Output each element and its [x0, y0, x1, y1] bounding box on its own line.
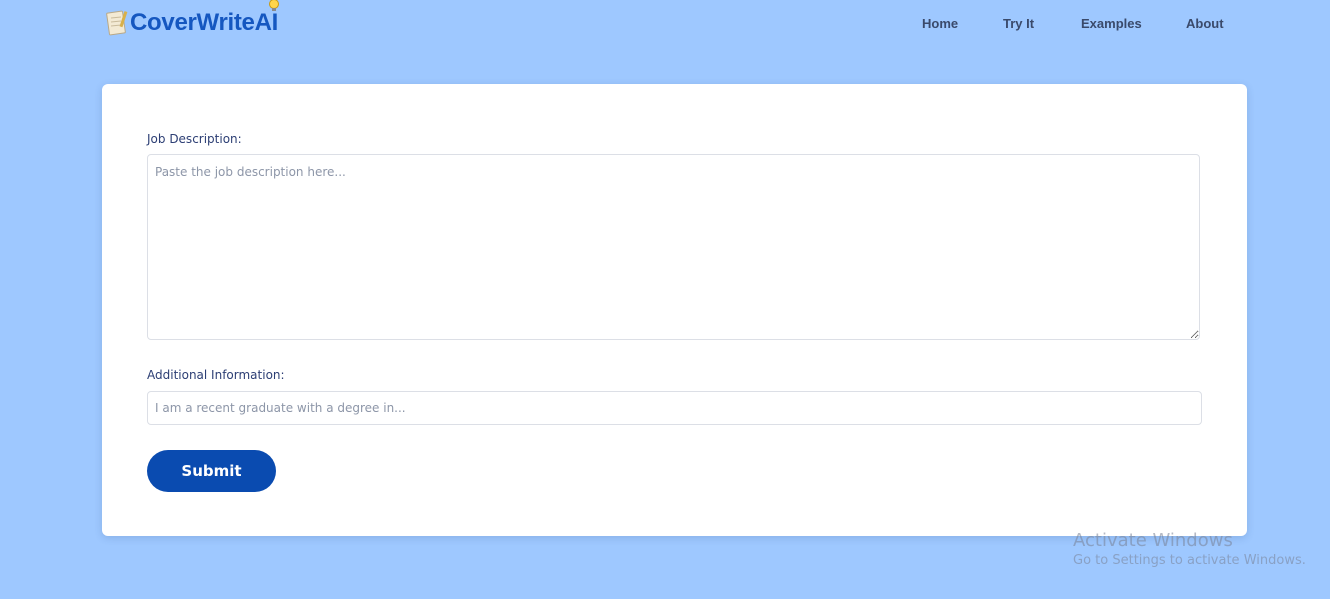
job-description-label: Job Description: [147, 132, 242, 146]
watermark-subtitle: Go to Settings to activate Windows. [1073, 553, 1306, 568]
notebook-icon [104, 9, 128, 37]
logo-text: CoverWriteAI [130, 9, 278, 36]
top-navigation-bar: CoverWriteAI Home Try It Examples About [0, 0, 1330, 50]
nav-examples[interactable]: Examples [1081, 16, 1142, 31]
cover-letter-form-card: Job Description: Additional Information:… [102, 84, 1247, 536]
nav-try-it[interactable]: Try It [1003, 16, 1034, 31]
additional-info-input[interactable] [147, 391, 1202, 425]
job-description-textarea[interactable] [147, 154, 1200, 340]
additional-info-label: Additional Information: [147, 368, 285, 382]
site-logo[interactable]: CoverWriteAI [104, 0, 279, 40]
nav-about[interactable]: About [1186, 16, 1224, 31]
watermark-title: Activate Windows [1073, 530, 1233, 551]
nav-home[interactable]: Home [922, 16, 958, 31]
submit-button[interactable]: Submit [147, 450, 276, 492]
lightbulb-icon [267, 0, 281, 14]
windows-activation-watermark: Activate Windows Go to Settings to activ… [1073, 530, 1306, 568]
